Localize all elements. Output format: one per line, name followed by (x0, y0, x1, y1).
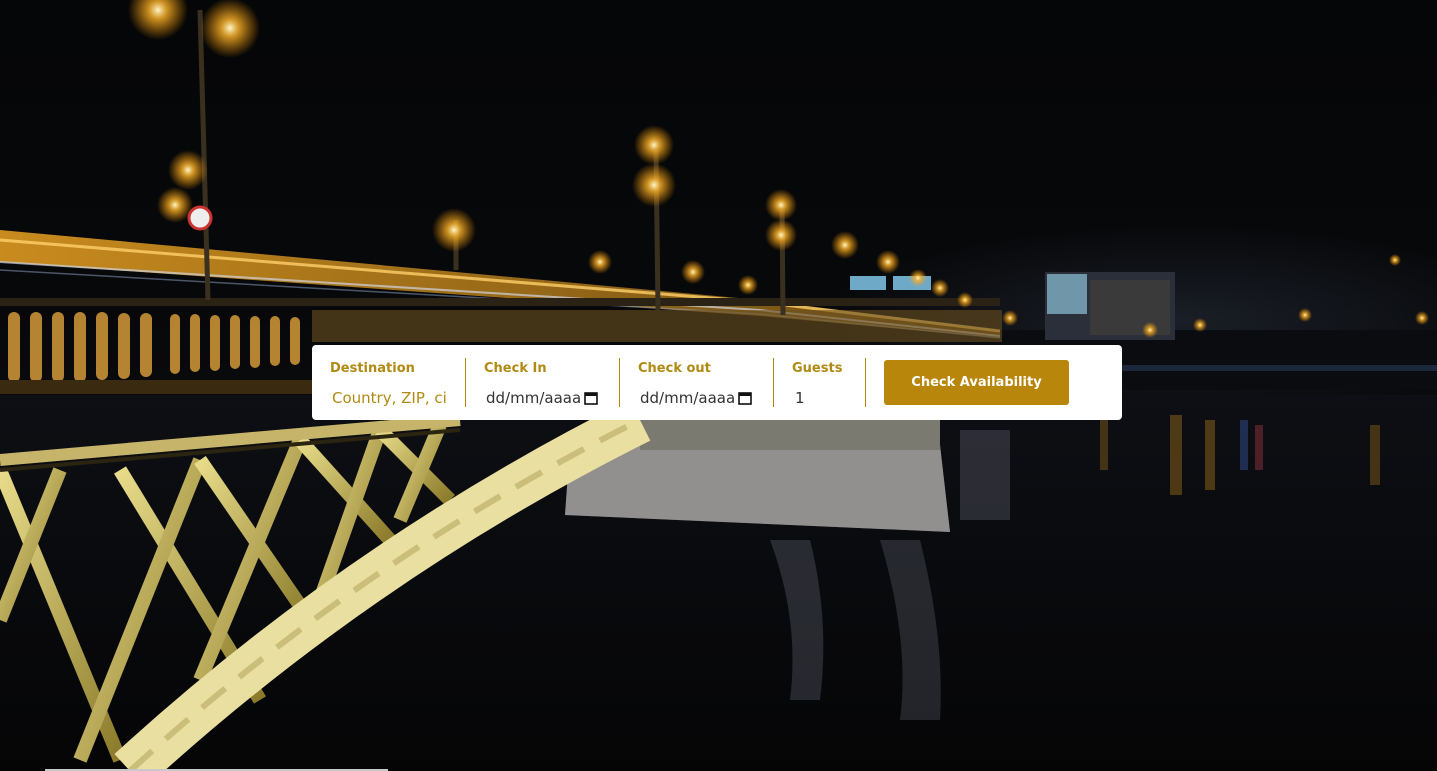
calendar-icon[interactable] (738, 391, 752, 405)
checkin-field: Check In dd/mm/aaaa (466, 345, 620, 420)
guests-field: Guests 1 (774, 345, 866, 420)
checkout-label: Check out (638, 361, 711, 376)
guests-input[interactable]: 1 (792, 387, 848, 409)
checkin-date-input[interactable]: dd/mm/aaaa (484, 387, 602, 409)
checkout-date-value: dd/mm/aaaa (640, 389, 736, 407)
checkout-field: Check out dd/mm/aaaa (620, 345, 774, 420)
checkin-date-value: dd/mm/aaaa (486, 389, 582, 407)
hero-background: Destination Check In dd/mm/aaaa Check ou… (0, 0, 1437, 771)
button-container: Check Availability (866, 345, 1069, 420)
guests-label: Guests (792, 361, 843, 376)
destination-label: Destination (330, 361, 415, 376)
calendar-icon[interactable] (584, 391, 598, 405)
booking-search-bar: Destination Check In dd/mm/aaaa Check ou… (312, 345, 1122, 420)
check-availability-button[interactable]: Check Availability (884, 360, 1069, 405)
checkout-date-input[interactable]: dd/mm/aaaa (638, 387, 756, 409)
destination-field: Destination (312, 345, 466, 420)
checkin-label: Check In (484, 361, 547, 376)
destination-input[interactable] (330, 387, 448, 409)
